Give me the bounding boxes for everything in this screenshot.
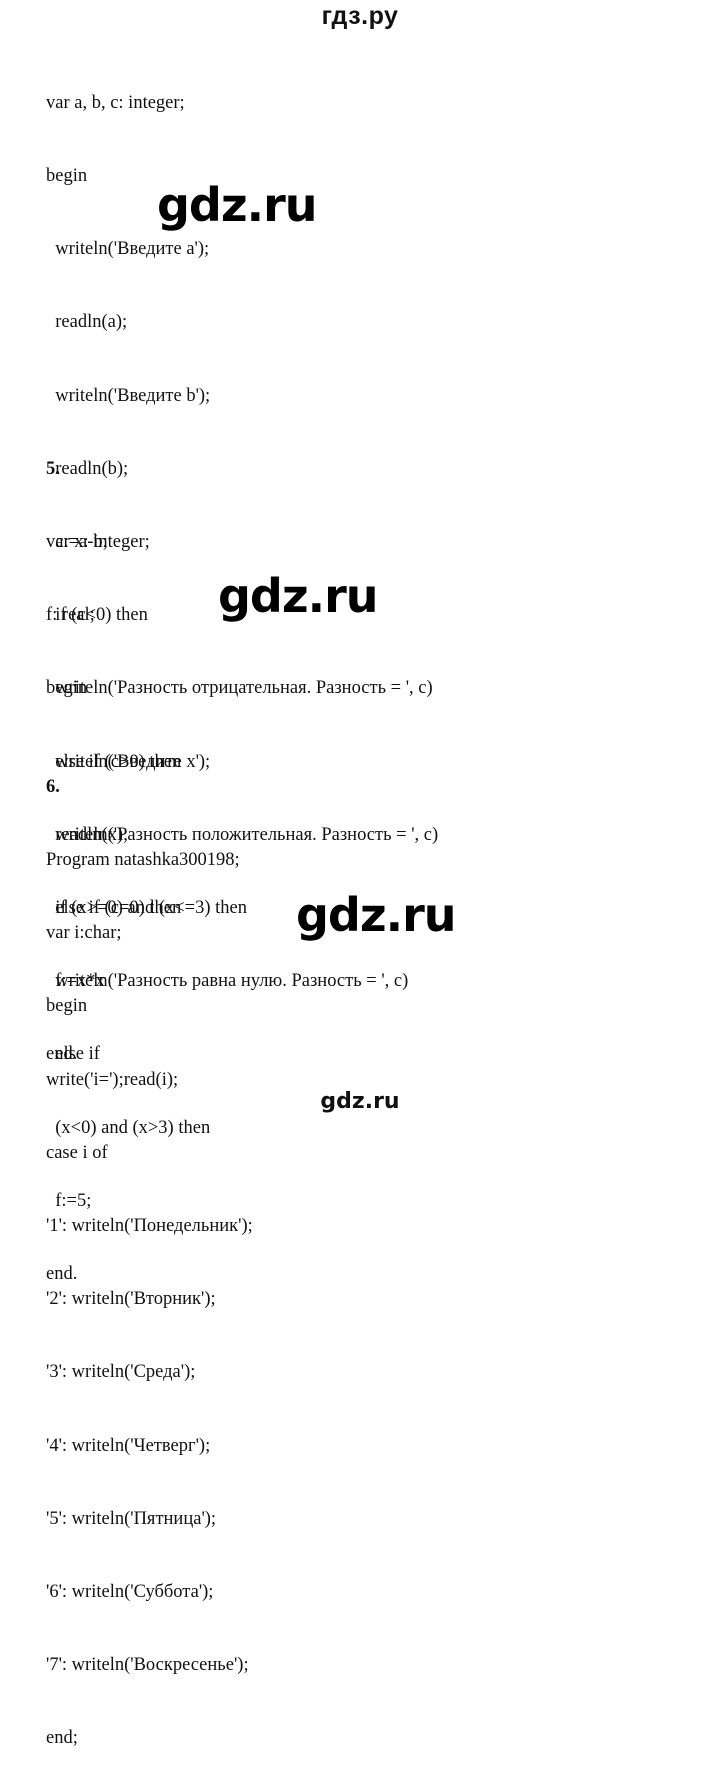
- code-line: writeln('Введите a');: [46, 239, 210, 260]
- code-line: writeln('Введите b');: [46, 385, 211, 406]
- code-line: '5': writeln('Пятница');: [46, 1508, 217, 1529]
- code-line: var i:char;: [46, 923, 122, 944]
- code-line: f: real;: [46, 605, 95, 626]
- code-line: '1': writeln('Понедельник');: [46, 1216, 253, 1237]
- code-block-6: 6. Program natashka300198; var i:char; b…: [46, 726, 253, 1775]
- code-line: begin: [46, 678, 88, 699]
- watermark: gdz.ru: [157, 178, 318, 232]
- watermark: gdz.ru: [218, 569, 379, 623]
- task-number: 6.: [46, 776, 60, 797]
- watermark: gdz.ru: [296, 888, 457, 942]
- code-line: case i of: [46, 1142, 108, 1163]
- code-line: end;: [46, 1728, 78, 1749]
- task-number: 5.: [46, 458, 60, 479]
- site-header-title: гдз.ру: [321, 2, 399, 30]
- code-line: '3': writeln('Среда');: [46, 1362, 196, 1383]
- code-line: begin: [46, 996, 88, 1017]
- code-line: '6': writeln('Суббота');: [46, 1582, 214, 1603]
- code-line: '4': writeln('Четверг');: [46, 1435, 211, 1456]
- footer-site-label: gdz.ru: [320, 1089, 400, 1114]
- code-line: '2': writeln('Вторник');: [46, 1289, 216, 1310]
- code-line: readln(a);: [46, 312, 128, 333]
- code-line: Program natashka300198;: [46, 850, 240, 871]
- code-line: var x: integer;: [46, 532, 150, 553]
- code-line: '7': writeln('Воскресенье');: [46, 1655, 249, 1676]
- code-line: var a, b, c: integer;: [46, 92, 185, 113]
